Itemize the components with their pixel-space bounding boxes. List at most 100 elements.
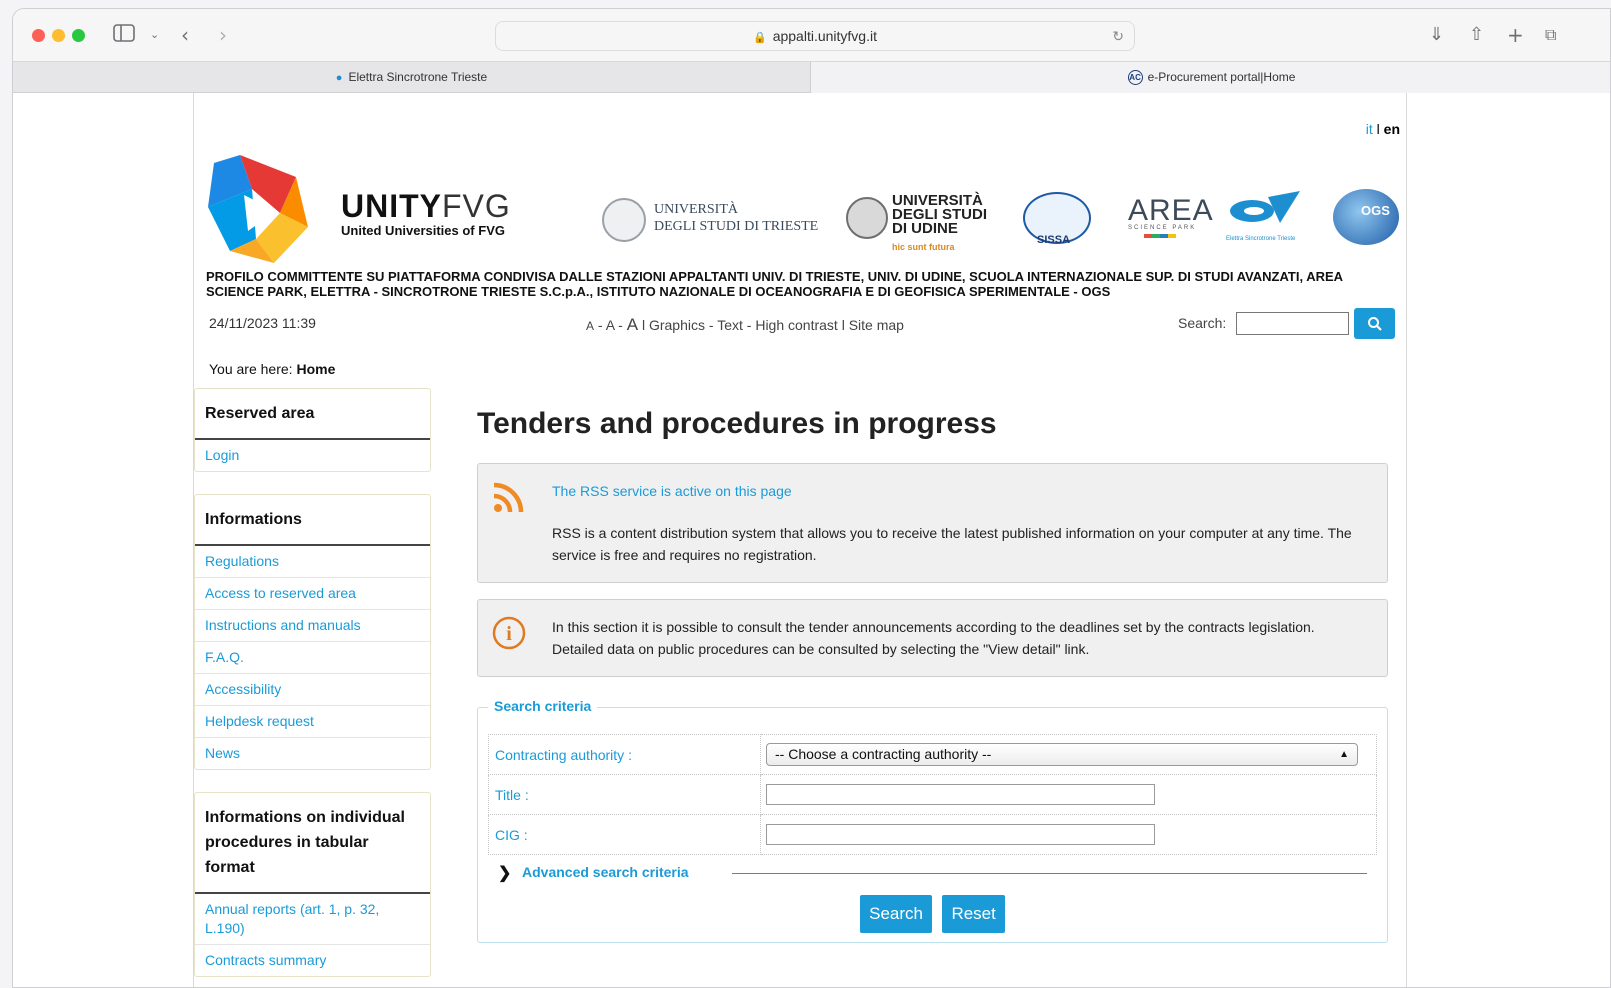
sidebar-item-access-reserved[interactable]: Access to reserved area	[195, 578, 430, 610]
text-link[interactable]: Text	[717, 317, 743, 333]
url-text: appalti.unityfvg.it	[772, 28, 877, 44]
unityfvg-brand: UNITYFVG United Universities of FVG	[341, 188, 511, 238]
search-criteria-table: Contracting authority : -- Choose a cont…	[488, 734, 1377, 855]
elettra-logo-icon[interactable]	[1228, 189, 1302, 227]
sidebar-item-annual-reports[interactable]: Annual reports (art. 1, p. 32, L.190)	[195, 894, 430, 945]
utility-bar: 24/11/2023 11:39 A - A - A l Graphics - …	[194, 307, 1406, 339]
chevron-down-icon[interactable]: ⌄	[150, 23, 159, 47]
trieste-line1: UNIVERSITÀ	[654, 202, 738, 217]
accessibility-links: A - A - A l Graphics - Text - High contr…	[586, 315, 904, 334]
info-icon: i	[492, 616, 526, 650]
select-arrows-icon: ▲	[1339, 749, 1349, 760]
rss-description: RSS is a content distribution system tha…	[552, 525, 1352, 563]
font-medium-link[interactable]: A	[606, 317, 615, 333]
chevron-right-icon: ❯	[498, 865, 512, 882]
main-content: Tenders and procedures in progress The R…	[477, 393, 1388, 943]
authority-label: Contracting authority :	[488, 734, 761, 775]
advanced-search-toggle[interactable]: ❯ Advanced search criteria	[488, 863, 1377, 883]
reserved-area-title: Reserved area	[195, 389, 430, 440]
graphics-link[interactable]: Graphics	[649, 317, 705, 333]
brand-light: FVG	[442, 188, 511, 224]
sidebar-item-login[interactable]: Login	[195, 440, 430, 471]
sidebar-item-helpdesk[interactable]: Helpdesk request	[195, 706, 430, 738]
cig-label: CIG :	[488, 814, 761, 855]
tab-eprocurement[interactable]: AC e-Procurement portal|Home	[811, 62, 1610, 93]
sidebar-item-accessibility[interactable]: Accessibility	[195, 674, 430, 706]
table-row: CIG :	[488, 814, 1377, 855]
breadcrumb-current: Home	[296, 361, 336, 377]
udine-seal-icon[interactable]	[846, 197, 888, 239]
brand-bold: UNITY	[341, 188, 442, 224]
new-tab-icon[interactable]: +	[1507, 23, 1524, 47]
font-small-link[interactable]: A	[586, 319, 594, 333]
form-buttons: Search Reset	[488, 895, 1377, 933]
title-input[interactable]	[766, 784, 1155, 805]
cig-input[interactable]	[766, 824, 1155, 845]
search-button[interactable]: Search	[860, 895, 932, 933]
trieste-line2: DEGLI STUDI DI TRIESTE	[654, 219, 819, 234]
trieste-logo-text: UNIVERSITÀ DEGLI STUDI DI TRIESTE	[654, 201, 818, 235]
trieste-seal-icon[interactable]	[602, 198, 646, 242]
sidebar-item-news[interactable]: News	[195, 738, 430, 769]
info-line-1: In this section it is possible to consul…	[552, 619, 1315, 635]
rss-notice: The RSS service is active on this page R…	[477, 463, 1388, 583]
contracting-authority-select[interactable]: -- Choose a contracting authority -- ▲	[766, 743, 1358, 766]
font-large-link[interactable]: A	[627, 315, 638, 334]
ac-favicon-icon: AC	[1127, 70, 1143, 86]
elettra-favicon-icon: ●	[335, 71, 343, 84]
rss-link[interactable]: The RSS service is active on this page	[552, 483, 792, 499]
tab-overview-icon[interactable]: ⧉	[1545, 23, 1556, 47]
sidebar-item-instructions[interactable]: Instructions and manuals	[195, 610, 430, 642]
high-contrast-link[interactable]: High contrast	[755, 317, 837, 333]
address-bar[interactable]: 🔒 appalti.unityfvg.it ↻	[495, 21, 1135, 51]
cig-cell	[760, 814, 1377, 855]
reset-button[interactable]: Reset	[942, 895, 1005, 933]
sidebar-item-contracts-summary[interactable]: Contracts summary	[195, 945, 430, 976]
lock-icon: 🔒	[753, 32, 767, 44]
elettra-label: Elettra Sincrotrone Trieste	[1226, 236, 1296, 242]
site-search-button[interactable]	[1354, 308, 1395, 339]
search-criteria-fieldset: Search criteria Contracting authority : …	[477, 698, 1388, 943]
back-arrow-icon[interactable]: ‹	[181, 23, 189, 47]
informations-box: Informations Regulations Access to reser…	[194, 494, 431, 770]
table-row: Contracting authority : -- Choose a cont…	[488, 734, 1377, 775]
unityfvg-logo-icon[interactable]	[200, 155, 310, 265]
browser-window: ⌄ ‹ › 🔒 appalti.unityfvg.it ↻ ⇓ ⇧ + ⧉ ● El…	[12, 8, 1611, 988]
share-icon[interactable]: ⇧	[1469, 23, 1484, 47]
advanced-divider	[732, 873, 1367, 874]
site-search-input[interactable]	[1236, 312, 1349, 335]
language-en-link[interactable]: en	[1384, 121, 1400, 137]
site-map-link[interactable]: Site map	[849, 317, 904, 333]
authority-selected: -- Choose a contracting authority --	[775, 746, 992, 762]
table-row: Title :	[488, 774, 1377, 815]
search-criteria-legend: Search criteria	[488, 698, 598, 714]
sidebar-item-faq[interactable]: F.A.Q.	[195, 642, 430, 674]
translate-reload-icons[interactable]: ↻	[1112, 22, 1124, 50]
area-color-bar	[1144, 234, 1176, 238]
close-window-button[interactable]	[32, 29, 45, 42]
minimize-window-button[interactable]	[52, 29, 65, 42]
advanced-search-label[interactable]: Advanced search criteria	[522, 864, 689, 880]
language-switcher: it l en	[1366, 121, 1400, 137]
svg-text:i: i	[506, 623, 512, 645]
sidebar-toggle-icon[interactable]	[113, 23, 135, 47]
info-notice: i In this section it is possible to cons…	[477, 599, 1388, 677]
reserved-area-box: Reserved area Login	[194, 388, 431, 472]
page-content: it l en UNITYFVG United Universities of …	[193, 93, 1407, 987]
language-separator: l	[1376, 121, 1380, 137]
tab-label: Elettra Sincrotrone Trieste	[348, 70, 488, 84]
sidebar-item-regulations[interactable]: Regulations	[195, 546, 430, 578]
language-it-link[interactable]: it	[1366, 121, 1373, 137]
search-label: Search:	[1178, 315, 1227, 331]
zoom-window-button[interactable]	[72, 29, 85, 42]
tab-elettra[interactable]: ● Elettra Sincrotrone Trieste	[13, 62, 811, 93]
forward-arrow-icon[interactable]: ›	[219, 23, 227, 47]
current-date: 24/11/2023 11:39	[209, 315, 316, 331]
download-icon[interactable]: ⇓	[1429, 23, 1444, 47]
sissa-label: SISSA	[1037, 234, 1071, 246]
rss-icon[interactable]	[492, 482, 524, 514]
tabular-info-title: Informations on individual procedures in…	[195, 793, 430, 894]
breadcrumb-prefix: You are here:	[209, 361, 293, 377]
tabular-info-box: Informations on individual procedures in…	[194, 792, 431, 977]
area-logo-text[interactable]: AREA	[1128, 194, 1214, 228]
